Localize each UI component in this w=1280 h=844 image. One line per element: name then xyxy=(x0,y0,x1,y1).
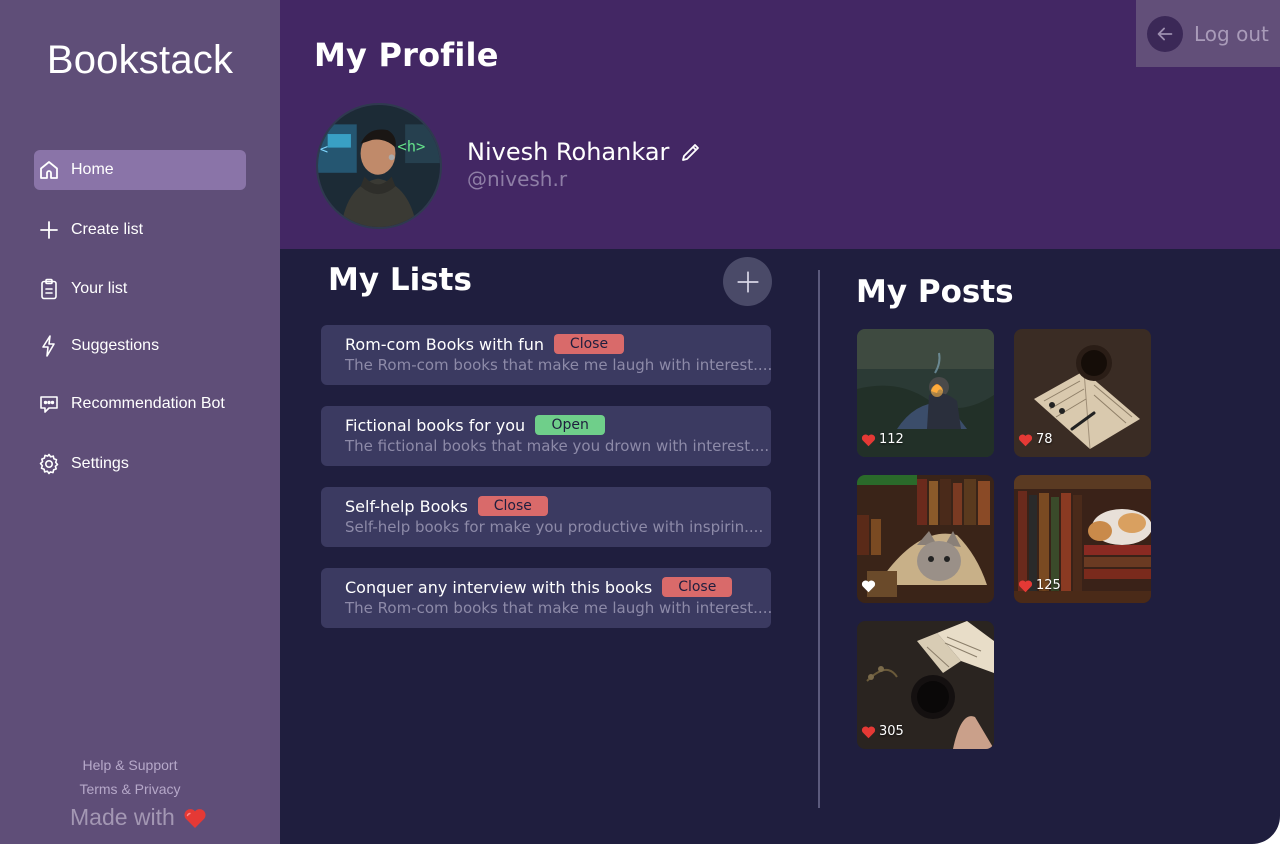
user-name-text: Nivesh Rohankar xyxy=(467,138,670,166)
list-description: The Rom-com books that make me laugh wit… xyxy=(345,599,773,617)
home-icon xyxy=(36,157,62,183)
sidebar: Bookstack Home Create list Your list Sug… xyxy=(0,0,280,844)
heart-icon[interactable] xyxy=(1018,433,1033,447)
heart-icon[interactable] xyxy=(861,725,876,739)
logout-button[interactable]: Log out xyxy=(1136,0,1280,67)
list-card[interactable]: Rom-com Books with fun Close The Rom-com … xyxy=(321,325,773,385)
made-with-note: Made with xyxy=(70,804,207,831)
status-badge[interactable]: Close xyxy=(554,334,624,354)
gear-icon xyxy=(36,451,62,477)
profile-header: My Profile Log out <h> < Nivesh Rohankar… xyxy=(280,0,1280,249)
like-count: 125 xyxy=(1036,578,1061,593)
sidebar-item-settings[interactable]: Settings xyxy=(34,444,246,484)
post-likes: 125 xyxy=(1018,578,1061,593)
chat-bubble-icon xyxy=(36,391,62,417)
list-title: Rom-com Books with fun xyxy=(345,334,544,354)
list-title: Self-help Books xyxy=(345,496,468,516)
logout-label: Log out xyxy=(1194,21,1269,46)
list-description: The Rom-com books that make me laugh wit… xyxy=(345,356,773,374)
list-title: Fictional books for you xyxy=(345,415,526,435)
like-count: 112 xyxy=(879,432,904,447)
like-count: 78 xyxy=(1036,432,1053,447)
post-likes: 305 xyxy=(861,724,904,739)
list-description: The fictional books that make you drown … xyxy=(345,437,770,455)
app-window: Bookstack Home Create list Your list Sug… xyxy=(0,0,1280,844)
list-card[interactable]: Conquer any interview with this books Clo… xyxy=(321,568,773,628)
sidebar-item-label: Your list xyxy=(71,280,128,297)
sidebar-item-label: Create list xyxy=(71,221,144,238)
brand-logo[interactable]: Bookstack xyxy=(0,38,280,83)
sidebar-item-your-list[interactable]: Your list xyxy=(34,269,246,309)
arrow-left-icon xyxy=(1147,15,1183,52)
status-badge[interactable]: Open xyxy=(535,415,606,435)
sidebar-item-label: Home xyxy=(71,161,114,178)
sidebar-item-label: Recommendation Bot xyxy=(71,395,225,412)
sidebar-item-home[interactable]: Home xyxy=(34,150,246,190)
section-divider xyxy=(818,270,820,808)
post-thumbnail[interactable]: 78 xyxy=(1014,329,1151,457)
terms-privacy-link[interactable]: Terms & Privacy xyxy=(0,781,260,797)
sidebar-item-label: Suggestions xyxy=(71,337,160,354)
sidebar-item-recommendation-bot[interactable]: Recommendation Bot xyxy=(34,384,246,424)
sidebar-item-suggestions[interactable]: Suggestions xyxy=(34,326,246,366)
post-thumbnail[interactable] xyxy=(857,475,994,603)
heart-icon[interactable] xyxy=(1018,579,1033,593)
pencil-icon[interactable] xyxy=(679,140,703,164)
status-badge[interactable]: Close xyxy=(662,577,733,597)
list-title: Conquer any interview with this books xyxy=(345,577,653,597)
like-count: 305 xyxy=(879,724,904,739)
user-handle: @nivesh.r xyxy=(467,167,568,191)
post-thumbnail[interactable]: 125 xyxy=(1014,475,1151,603)
list-description: Self-help books for make you productive … xyxy=(345,518,764,536)
heart-icon[interactable] xyxy=(861,433,876,447)
plus-icon xyxy=(736,270,759,293)
sidebar-item-label: Settings xyxy=(71,455,129,472)
post-thumbnail[interactable]: 112 xyxy=(857,329,994,457)
list-card[interactable]: Self-help Books Close Self-help books for… xyxy=(321,487,771,547)
post-likes xyxy=(861,579,879,593)
plus-icon xyxy=(36,217,62,243)
post-likes: 78 xyxy=(1018,432,1053,447)
add-list-button[interactable] xyxy=(723,257,772,306)
list-card[interactable]: Fictional books for you Open The fictiona… xyxy=(321,406,771,466)
lightning-icon xyxy=(36,333,62,359)
lists-title: My Lists xyxy=(328,262,472,298)
page-title: My Profile xyxy=(314,36,499,74)
svg-text:<h>: <h> xyxy=(397,137,425,155)
post-likes: 112 xyxy=(861,432,904,447)
help-support-link[interactable]: Help & Support xyxy=(0,757,260,773)
status-badge[interactable]: Close xyxy=(477,496,548,516)
made-with-text: Made with xyxy=(70,804,175,830)
avatar[interactable]: <h> < xyxy=(316,103,442,229)
clipboard-icon xyxy=(36,276,62,302)
user-name: Nivesh Rohankar xyxy=(467,138,703,166)
posts-title: My Posts xyxy=(856,274,1014,310)
heart-icon xyxy=(184,808,206,828)
heart-outline-icon[interactable] xyxy=(861,579,876,593)
post-thumbnail[interactable]: 305 xyxy=(857,621,994,749)
sidebar-item-create-list[interactable]: Create list xyxy=(34,210,246,250)
svg-text:<: < xyxy=(320,141,328,157)
